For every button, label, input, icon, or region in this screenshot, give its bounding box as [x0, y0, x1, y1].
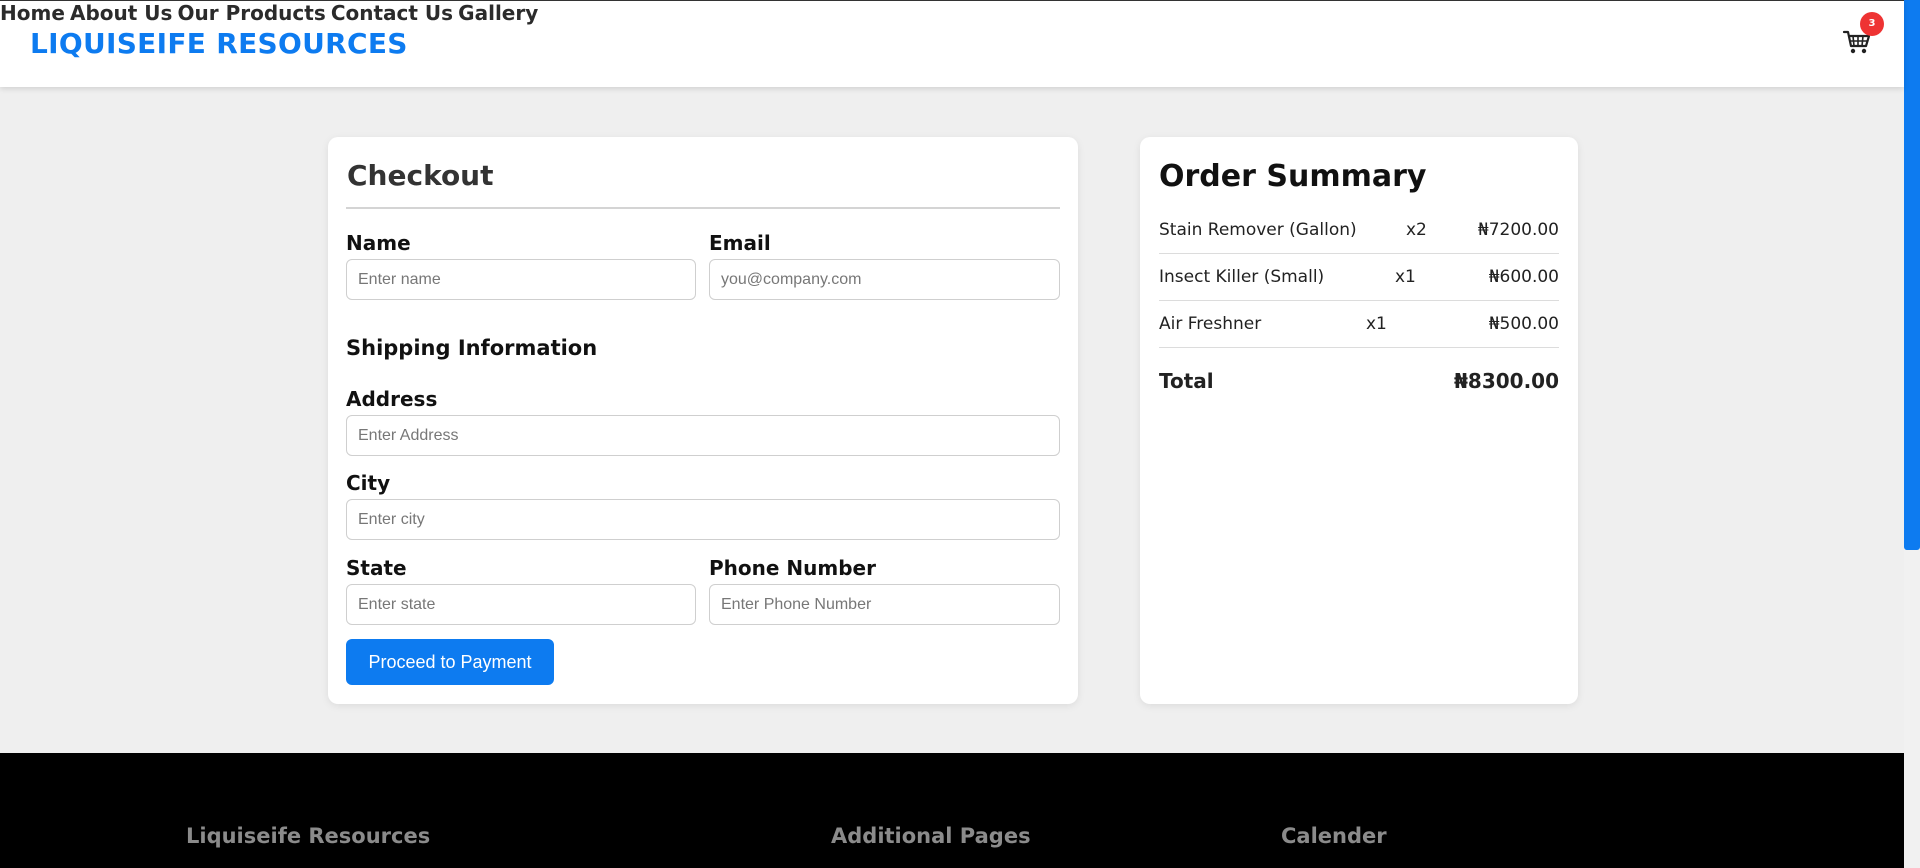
nav-home[interactable]: Home — [0, 1, 65, 25]
footer-heading-calender: Calender — [1281, 824, 1387, 848]
city-label: City — [346, 471, 391, 495]
order-item-name: Air Freshner — [1159, 314, 1262, 334]
footer-heading-additional-pages: Additional Pages — [831, 824, 1031, 848]
order-item-name: Insect Killer (Small) — [1159, 267, 1325, 287]
email-label: Email — [709, 231, 771, 255]
order-summary-card: Order Summary Stain Remover (Gallon) x2 … — [1140, 137, 1578, 704]
address-input[interactable] — [346, 415, 1060, 456]
footer-heading-company: Liquiseife Resources — [186, 824, 431, 848]
city-input[interactable] — [346, 499, 1060, 540]
nav-gallery[interactable]: Gallery — [458, 1, 538, 25]
order-item-row: Stain Remover (Gallon) x2 ₦7200.00 — [1159, 207, 1559, 254]
site-footer: Liquiseife Resources Additional Pages Ca… — [0, 753, 1904, 868]
order-item-qty: x1 — [1395, 267, 1416, 287]
cart-count-badge: 3 — [1860, 12, 1884, 36]
main-nav: Home About Us Our Products Contact Us Ga… — [0, 1, 1904, 25]
order-item-price: ₦7200.00 — [1477, 220, 1559, 240]
name-label: Name — [346, 231, 411, 255]
email-input[interactable] — [709, 259, 1060, 300]
nav-our-products[interactable]: Our Products — [178, 1, 326, 25]
order-item-price: ₦500.00 — [1488, 314, 1559, 334]
checkout-title: Checkout — [347, 159, 494, 192]
page-scrollbar-thumb[interactable] — [1904, 0, 1920, 550]
site-header: LIQUISEIFE RESOURCES Home About Us Our P… — [0, 0, 1904, 87]
order-item-price: ₦600.00 — [1488, 267, 1559, 287]
nav-about-us[interactable]: About Us — [70, 1, 172, 25]
state-label: State — [346, 556, 407, 580]
brand-logo[interactable]: LIQUISEIFE RESOURCES — [30, 27, 408, 60]
state-input[interactable] — [346, 584, 696, 625]
order-item-name: Stain Remover (Gallon) — [1159, 220, 1357, 240]
order-item-row: Air Freshner x1 ₦500.00 — [1159, 301, 1559, 348]
order-summary-title: Order Summary — [1159, 159, 1427, 194]
proceed-to-payment-button[interactable]: Proceed to Payment — [346, 639, 554, 685]
checkout-card: Checkout Name Email Shipping Information… — [328, 137, 1078, 704]
name-input[interactable] — [346, 259, 696, 300]
title-divider — [346, 207, 1060, 209]
order-item-qty: x2 — [1406, 220, 1427, 240]
phone-input[interactable] — [709, 584, 1060, 625]
total-label: Total — [1159, 369, 1214, 393]
phone-label: Phone Number — [709, 556, 876, 580]
order-item-qty: x1 — [1366, 314, 1387, 334]
total-value: ₦8300.00 — [1453, 369, 1559, 393]
order-item-row: Insect Killer (Small) x1 ₦600.00 — [1159, 254, 1559, 301]
checkout-page: LIQUISEIFE RESOURCES Home About Us Our P… — [0, 0, 1920, 868]
nav-contact-us[interactable]: Contact Us — [331, 1, 453, 25]
shipping-title: Shipping Information — [346, 336, 598, 360]
address-label: Address — [346, 387, 438, 411]
